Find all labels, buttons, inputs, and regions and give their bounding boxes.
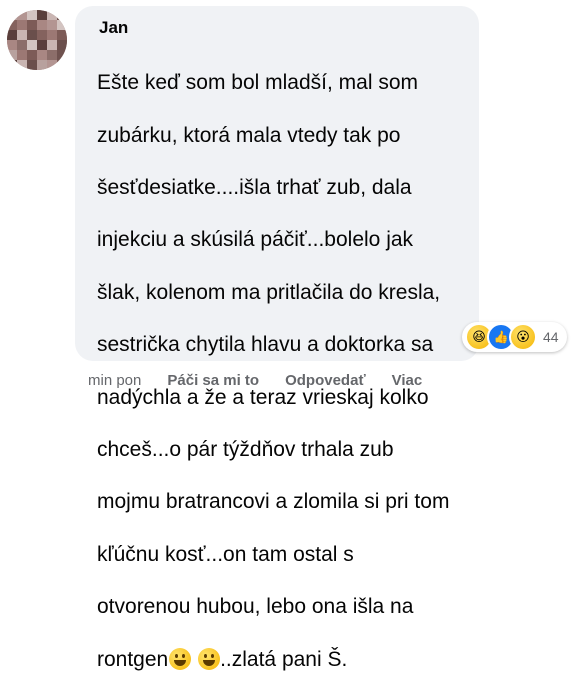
more-button[interactable]: Viac bbox=[392, 372, 423, 389]
reaction-count: 44 bbox=[543, 329, 559, 345]
comment-line: chceš...o pár týždňov trhala zub bbox=[97, 438, 394, 462]
grinning-face-emoji-icon bbox=[169, 647, 192, 670]
comment-line: injekciu a skúsilá páčiť...bolelo jak bbox=[97, 228, 414, 252]
comment-line: Ešte keď som bol mladší, mal som bbox=[97, 71, 419, 95]
reply-button[interactable]: Odpovedať bbox=[285, 372, 366, 389]
comment-line: mojmu bratrancovi a zlomila si pri tom bbox=[97, 490, 450, 514]
avatar[interactable] bbox=[7, 10, 67, 70]
comment-author[interactable]: Jan bbox=[99, 18, 465, 38]
wow-reaction-icon: 😮 bbox=[509, 323, 537, 351]
grinning-face-emoji-icon bbox=[198, 647, 221, 670]
comment-line: zubárku, ktorá mala vtedy tak po bbox=[97, 123, 401, 147]
comment-line: kľúčnu kosť...on tam ostal s bbox=[97, 542, 354, 566]
comment-timestamp[interactable]: min pon bbox=[88, 372, 141, 389]
comment-line: šesťdesiatke....išla trhať zub, dala bbox=[97, 176, 412, 200]
comment-bubble: Jan Ešte keď som bol mladší, mal som zub… bbox=[75, 6, 479, 671]
comment-text: Ešte keď som bol mladší, mal som zubárku… bbox=[97, 44, 465, 673]
reactions-summary[interactable]: 😆 👍 😮 44 bbox=[462, 322, 567, 352]
comment-line: šlak, kolenom ma pritlačila do kresla, bbox=[97, 280, 441, 304]
comment-line-start: rontgen bbox=[97, 647, 169, 671]
comment-actions: min pon Páči sa mi to Odpovedať Viac bbox=[88, 372, 448, 389]
comment-line: otvorenou hubou, lebo ona išla na bbox=[97, 595, 414, 619]
comment-line: sestrička chytila hlavu a doktorka sa bbox=[97, 333, 434, 357]
comment-line-end: ..zlatá pani Š. bbox=[220, 647, 348, 671]
like-button[interactable]: Páči sa mi to bbox=[167, 372, 259, 389]
comment-line: nadýchla a že a teraz vrieskaj kolko bbox=[97, 385, 429, 409]
